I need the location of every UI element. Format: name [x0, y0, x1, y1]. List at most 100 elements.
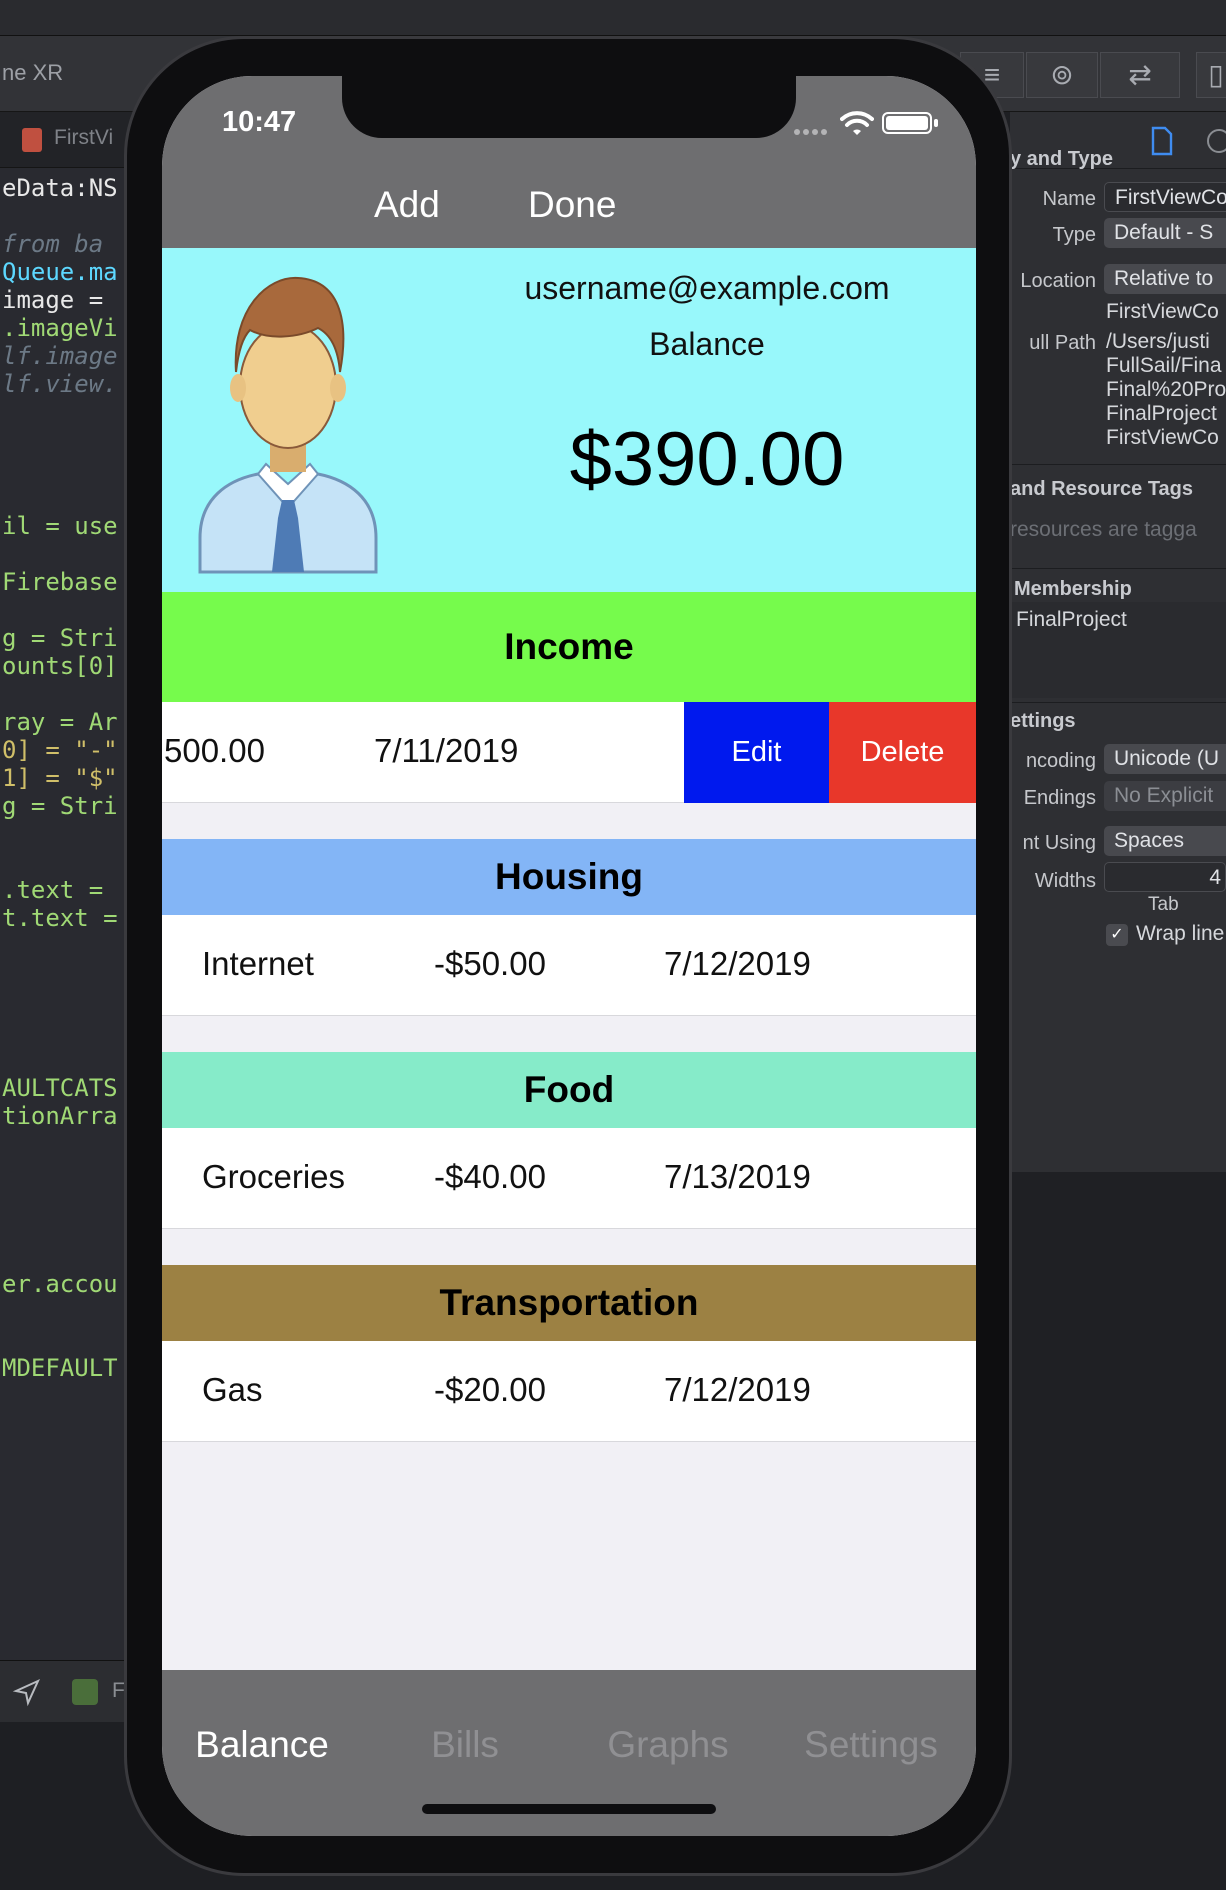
bill-amount: -$20.00 — [434, 1371, 546, 1408]
widths-label: Widths — [1034, 870, 1096, 892]
swift-file-icon — [22, 128, 42, 152]
tab-bills[interactable]: Bills — [365, 1724, 565, 1766]
done-button[interactable]: Done — [528, 184, 616, 226]
location-label: Location — [1020, 270, 1096, 292]
encoding-label: ncoding — [1025, 750, 1096, 772]
type-label: Type — [1052, 224, 1096, 246]
separator — [1010, 464, 1226, 465]
wifi-icon — [840, 111, 874, 135]
target-membership-title: Membership — [1014, 578, 1132, 600]
code-line: image = — [2, 286, 118, 314]
battery-cap — [934, 119, 938, 127]
name-field[interactable]: FirstViewCo — [1104, 182, 1226, 212]
income-section-header: Income — [162, 592, 976, 702]
delete-button[interactable]: Delete — [829, 702, 976, 803]
app-icon — [72, 1679, 98, 1705]
code-line: il = use — [2, 512, 118, 540]
bill-name: Groceries — [202, 1158, 346, 1195]
tab-settings[interactable]: Settings — [771, 1724, 971, 1766]
bill-name: Internet — [202, 945, 314, 982]
food-row[interactable]: Groceries -$40.00 7/13/2019 — [162, 1128, 976, 1229]
location-select[interactable]: Relative to — [1104, 264, 1226, 294]
code-line: Queue.ma — [2, 258, 118, 286]
encoding-select[interactable]: Unicode (U — [1104, 744, 1226, 774]
line-endings-label: Endings — [1023, 787, 1096, 809]
code-line: 1] = "$" — [2, 764, 118, 792]
separator — [1010, 568, 1226, 569]
assistant-editor-icon[interactable]: ⊚ — [1026, 52, 1098, 98]
full-path-label: ull Path — [1029, 332, 1096, 354]
resource-tags-hint: resources are tagga — [1010, 518, 1197, 541]
version-editor-icon[interactable]: ⇄ — [1100, 52, 1180, 98]
code-line: t.text = — [2, 904, 118, 932]
type-select[interactable]: Default - S — [1104, 218, 1226, 248]
income-header-label: Income — [504, 626, 634, 667]
file-inspector-icon[interactable] — [1150, 126, 1174, 156]
code-line: .imageVi — [2, 314, 118, 342]
code-line: Firebase — [2, 568, 118, 596]
tab-graphs[interactable]: Graphs — [568, 1724, 768, 1766]
code-line: 0] = "-" — [2, 736, 118, 764]
scheme-selector[interactable]: ne XR — [0, 48, 63, 98]
indent-using-select[interactable]: Spaces — [1104, 826, 1226, 856]
bill-date: 7/13/2019 — [664, 1158, 811, 1195]
status-time: 10:47 — [222, 106, 297, 138]
transportation-section-header: Transportation — [162, 1265, 976, 1341]
home-indicator — [422, 1804, 716, 1814]
full-path-line: FirstViewCo — [1106, 426, 1219, 449]
bill-amount: -$40.00 — [434, 1158, 546, 1195]
separator — [1010, 702, 1226, 703]
housing-section-header: Housing — [162, 839, 976, 915]
indent-using-label: nt Using — [1022, 832, 1096, 854]
xcode-title-bar — [0, 0, 1226, 36]
file-inspector: y and Type Name FirstViewCo Type Default… — [1010, 112, 1226, 1172]
code-line: eData:NS — [2, 174, 118, 202]
text-settings-title: ettings — [1010, 710, 1076, 732]
navigation-bar: 10:47 Add Done — [162, 76, 976, 248]
tab-width-label: Tab — [1148, 894, 1179, 915]
code-line: ray = Ar — [2, 708, 118, 736]
add-button[interactable]: Add — [374, 184, 440, 226]
library-area — [1010, 1172, 1226, 1890]
line-endings-select[interactable]: No Explicit — [1104, 781, 1226, 811]
help-icon[interactable] — [1206, 128, 1226, 154]
edit-button[interactable]: Edit — [684, 702, 829, 803]
income-amount: 500.00 — [164, 732, 265, 769]
code-line: g = Stri — [2, 792, 118, 820]
balance-amount: $390.00 — [569, 417, 845, 502]
code-line: lf.view. — [2, 370, 118, 398]
bill-date: 7/12/2019 — [664, 945, 811, 982]
housing-row[interactable]: Internet -$50.00 7/12/2019 — [162, 915, 976, 1016]
code-line: MDEFAULT — [2, 1354, 118, 1382]
transportation-header-label: Transportation — [439, 1282, 699, 1323]
avatar — [198, 276, 378, 574]
tab-width-field[interactable]: 4 — [1104, 862, 1226, 892]
membership-item[interactable]: FinalProject — [1016, 608, 1127, 632]
location-arrow-icon[interactable] — [12, 1677, 42, 1707]
status-icons — [792, 110, 942, 136]
name-label: Name — [1042, 188, 1096, 210]
housing-header-label: Housing — [495, 856, 643, 897]
cellular-signal-icon — [794, 122, 830, 140]
code-line: tionArra — [2, 1102, 118, 1130]
bill-amount: -$50.00 — [434, 945, 546, 982]
app-screen: 10:47 Add Done username@example.com Bala… — [162, 76, 976, 1836]
tab-balance[interactable]: Balance — [162, 1724, 362, 1766]
transportation-row[interactable]: Gas -$20.00 7/12/2019 — [162, 1341, 976, 1442]
wrap-lines-checkbox[interactable]: ✓ — [1106, 924, 1128, 946]
code-line: g = Stri — [2, 624, 118, 652]
full-path-line: FullSail/Fina — [1106, 354, 1222, 377]
food-header-label: Food — [523, 1069, 615, 1110]
code-line: lf.image — [2, 342, 118, 370]
code-line: .text = — [2, 876, 118, 904]
code-line: er.accou — [2, 1270, 118, 1298]
notch — [342, 76, 796, 138]
full-path-line: FinalProject — [1106, 402, 1217, 425]
code-line: ounts[0] — [2, 652, 118, 680]
full-path-line: /Users/justi — [1106, 330, 1210, 353]
resource-tags-title: and Resource Tags — [1010, 478, 1194, 500]
income-date: 7/11/2019 — [374, 732, 519, 769]
income-row[interactable]: 500.00 7/11/2019 Edit Delete — [162, 702, 976, 803]
editor-tab[interactable]: FirstVi — [54, 126, 113, 150]
panel-toggle-icon[interactable]: ▯ — [1196, 52, 1226, 98]
